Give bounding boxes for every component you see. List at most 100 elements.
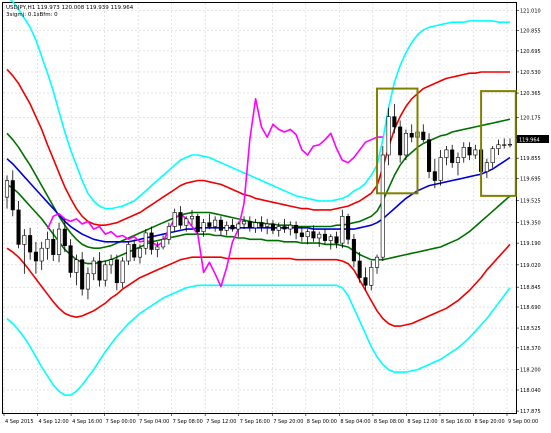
candle-body [103,264,108,281]
current-price-label: 119.964 [519,138,540,144]
candle[interactable] [380,146,385,262]
candle-body [432,171,437,181]
candle-body [461,147,466,158]
candle-body [143,232,148,249]
candle-body [155,246,160,250]
candle-body [253,222,258,229]
candle-body [39,247,44,262]
candle-body [10,180,15,211]
y-tick-label: 117.875 [520,409,541,415]
candle-body [346,216,351,240]
candle-body [33,251,38,262]
y-tick-label: 119.855 [520,156,541,162]
candle-body [161,238,166,248]
candle-body [149,232,154,250]
candle-body [56,228,62,255]
y-tick-label: 121.010 [520,9,541,15]
candle-body [317,233,322,239]
candle-body [444,149,449,158]
candle-body [473,149,478,156]
candle-body [392,116,397,128]
candle-body [484,162,489,172]
y-tick-label: 120.855 [520,28,541,34]
y-tick-label: 119.020 [520,263,541,269]
candle-body [126,244,131,262]
candle-body [305,231,310,238]
candle-body [189,216,195,220]
x-tick-label: 9 Sep 00:00 [508,419,538,425]
candle-body [120,260,125,284]
candle-body [403,132,408,156]
candle-body [490,148,495,163]
y-tick-label: 120.365 [520,91,541,97]
candle-body [357,260,362,278]
y-tick-label: 118.690 [520,305,541,311]
candle-body [334,236,339,244]
x-tick-label: 7 Sep 20:00 [273,419,303,425]
candle-body [427,139,432,172]
candle-body [270,223,275,231]
candle-body [166,226,171,240]
candle-body [68,245,73,273]
candle-body [132,244,137,258]
y-tick-label: 119.525 [520,198,541,204]
candle-body [51,238,56,255]
x-tick-label: 8 Sep 00:00 [307,419,337,425]
x-tick-label: 8 Sep 16:00 [441,419,471,425]
candle-body [28,235,33,253]
candle-body [137,247,143,258]
candle-body [85,273,90,290]
x-tick-label: 8 Sep 04:00 [340,419,370,425]
candle-body [438,157,443,181]
candle-body [363,277,368,286]
candle-body [421,131,426,140]
candle-body [322,233,328,241]
candle-body [4,180,10,198]
x-tick-label: 8 Sep 12:00 [407,419,437,425]
candle-body [299,232,304,238]
x-tick-label: 4 Sep 2015 [5,419,34,425]
candle-body [502,144,507,146]
x-tick-label: 7 Sep 16:00 [240,419,270,425]
candle-body [340,216,345,244]
candle-body [386,116,391,156]
candle-body [213,219,218,227]
candle-body [178,212,183,226]
candle-body [288,224,293,230]
candle-body [409,132,414,138]
candle-body [450,149,455,163]
y-tick-label: 119.190 [520,241,541,247]
x-tick-label: 7 Sep 08:00 [173,419,203,425]
candle-body [507,143,513,146]
candle-body [455,157,461,163]
candle-body [16,209,21,245]
candle-body [276,226,281,231]
x-tick-label: 7 Sep 12:00 [206,419,236,425]
candle-body [184,218,189,226]
chart-header-symbol: USDJPY,H1 119.973 120.008 119.939 119.96… [6,5,134,11]
candle-body [242,221,247,225]
candle-body [230,224,235,230]
candle-body [97,260,102,281]
x-tick-label: 7 Sep 04:00 [139,419,169,425]
candle-body [247,221,252,229]
candle[interactable] [195,213,200,235]
candle-body [114,259,119,284]
y-tick-label: 118.370 [520,346,541,352]
y-tick-label: 120.695 [520,49,541,55]
candle-body [62,228,67,246]
candle-body [328,236,333,241]
candle-body [109,259,114,266]
y-tick-label: 118.845 [520,285,541,291]
candle-body [294,224,299,234]
x-tick-label: 8 Sep 20:00 [474,419,504,425]
candle[interactable] [427,133,432,178]
x-tick-label: 8 Sep 08:00 [374,419,404,425]
candle-body [467,147,472,156]
y-tick-label: 118.525 [520,326,541,332]
x-tick-label: 7 Sep 00:00 [106,419,136,425]
candle-body [218,219,223,231]
y-tick-label: 119.695 [520,177,541,183]
candle-body [398,126,403,156]
candle-body [80,259,85,290]
